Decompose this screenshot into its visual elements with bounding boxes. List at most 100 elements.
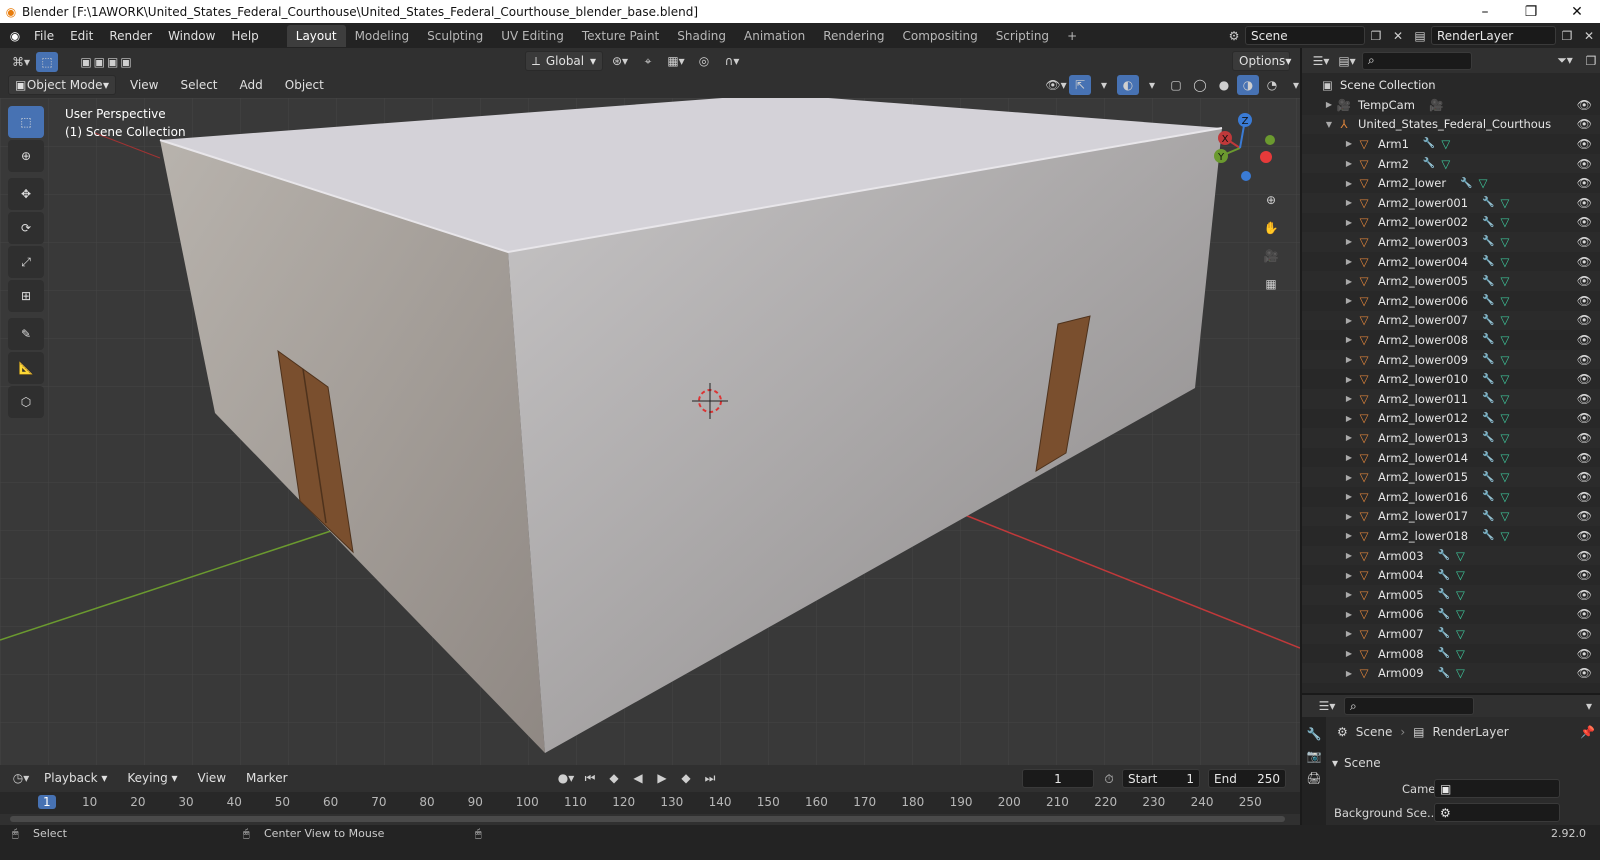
modifier-wrench-icon[interactable]: 🔧: [1482, 491, 1494, 502]
modifier-wrench-icon[interactable]: 🔧: [1423, 138, 1435, 149]
expand-right-icon[interactable]: ▶: [1344, 649, 1354, 658]
outliner-row[interactable]: ▼ ⅄ United_States_Federal_Courthous 👁: [1302, 114, 1600, 135]
camera-field[interactable]: ▣: [1434, 779, 1560, 798]
mesh-data-icon[interactable]: ▽: [1441, 137, 1450, 151]
mesh-data-icon[interactable]: ▽: [1501, 392, 1510, 406]
mesh-data-icon[interactable]: ▽: [1501, 313, 1510, 327]
modifier-wrench-icon[interactable]: 🔧: [1460, 178, 1472, 189]
tab-texture-paint[interactable]: Texture Paint: [573, 25, 668, 47]
modifier-wrench-icon[interactable]: 🔧: [1438, 609, 1450, 620]
tool-tab-icon[interactable]: 🔧: [1307, 727, 1322, 741]
outliner-row[interactable]: ▶ ▽ Arm2_lower007 🔧 ▽ 👁: [1302, 310, 1600, 331]
modifier-wrench-icon[interactable]: 🔧: [1482, 452, 1494, 463]
mesh-data-icon[interactable]: ▽: [1501, 509, 1510, 523]
modifier-wrench-icon[interactable]: 🔧: [1438, 628, 1450, 639]
visibility-eye-icon[interactable]: 👁: [1577, 568, 1592, 582]
outliner-search-input[interactable]: ⌕: [1362, 51, 1472, 70]
outliner-row[interactable]: ▶ ▽ Arm006 🔧 ▽ 👁: [1302, 605, 1600, 625]
visibility-eye-icon[interactable]: 👁: [1577, 509, 1592, 523]
visibility-eye-icon[interactable]: 👁: [1577, 157, 1592, 171]
properties-search-input[interactable]: ⌕: [1344, 697, 1474, 715]
modifier-wrench-icon[interactable]: 🔧: [1482, 276, 1494, 287]
visibility-eye-icon[interactable]: 👁: [1577, 549, 1592, 563]
modifier-wrench-icon[interactable]: 🔧: [1423, 158, 1435, 169]
modifier-wrench-icon[interactable]: 🔧: [1482, 374, 1494, 385]
visibility-eye-icon[interactable]: 👁: [1577, 607, 1592, 621]
maximize-button[interactable]: ❐: [1508, 4, 1554, 20]
visibility-eye-icon[interactable]: 👁: [1577, 294, 1592, 308]
expand-right-icon[interactable]: ▶: [1344, 433, 1354, 442]
tab-layout[interactable]: Layout: [286, 24, 346, 47]
chevron-down-icon[interactable]: ▾: [1578, 696, 1600, 716]
outliner-row[interactable]: ▶ ▽ Arm2_lower012 🔧 ▽ 👁: [1302, 409, 1600, 429]
visibility-eye-icon[interactable]: 👁: [1577, 647, 1592, 661]
editor-type-icon[interactable]: ⌘▾: [10, 52, 32, 72]
visibility-eye-icon[interactable]: 👁: [1577, 196, 1592, 210]
tab-sculpting[interactable]: Sculpting: [418, 25, 492, 47]
frame-ruler[interactable]: 1 10 20 30 40 50 60 70 80 90 100 110 120 130 140 150 160…: [0, 792, 1300, 814]
camera-view-icon[interactable]: 🎥: [1260, 246, 1282, 266]
expand-right-icon[interactable]: ▶: [1344, 355, 1354, 364]
record-icon[interactable]: ●▾: [555, 768, 577, 788]
select-box-icon[interactable]: ⬚: [36, 52, 58, 72]
visibility-eye-icon[interactable]: 👁: [1577, 392, 1592, 406]
modifier-wrench-icon[interactable]: 🔧: [1482, 295, 1494, 306]
transform-orientation-dropdown[interactable]: ⟂ Global ▾: [525, 51, 603, 71]
expand-right-icon[interactable]: ▶: [1344, 571, 1354, 580]
mesh-data-icon[interactable]: ▽: [1456, 588, 1465, 602]
expand-right-icon[interactable]: ▶: [1344, 198, 1354, 207]
visibility-eye-icon[interactable]: 👁: [1577, 274, 1592, 288]
renderlayer-icon[interactable]: ▤: [1409, 26, 1431, 46]
mesh-data-icon[interactable]: ▽: [1501, 274, 1510, 288]
pivot-icon[interactable]: ⊛▾: [609, 51, 631, 71]
outliner-row[interactable]: ▶ ▽ Arm2_lower015 🔧 ▽ 👁: [1302, 467, 1600, 487]
expand-right-icon[interactable]: ▶: [1344, 610, 1354, 619]
rotate-tool-icon[interactable]: ⟳: [8, 212, 44, 244]
mesh-data-icon[interactable]: ▽: [1501, 451, 1510, 465]
wireframe-shading-icon[interactable]: ◯: [1189, 75, 1211, 95]
visibility-eye-icon[interactable]: 👁: [1577, 137, 1592, 151]
mesh-data-icon[interactable]: ▽: [1501, 470, 1510, 484]
menu-view[interactable]: View: [122, 78, 166, 92]
close-button[interactable]: ✕: [1554, 4, 1600, 20]
stopwatch-icon[interactable]: ⏱: [1098, 769, 1120, 789]
visibility-eye-icon[interactable]: 👁: [1577, 353, 1592, 367]
modifier-wrench-icon[interactable]: 🔧: [1482, 197, 1494, 208]
play-icon[interactable]: ▶: [651, 768, 673, 788]
modifier-wrench-icon[interactable]: 🔧: [1438, 550, 1450, 561]
modifier-wrench-icon[interactable]: 🔧: [1482, 472, 1494, 483]
visibility-eye-icon[interactable]: 👁: [1577, 411, 1592, 425]
expand-right-icon[interactable]: ▶: [1344, 551, 1354, 560]
tab-scripting[interactable]: Scripting: [987, 25, 1058, 47]
expand-right-icon[interactable]: ▶: [1344, 237, 1354, 246]
modifier-wrench-icon[interactable]: 🔧: [1482, 530, 1494, 541]
modifier-wrench-icon[interactable]: 🔧: [1482, 315, 1494, 326]
mesh-data-icon[interactable]: ▽: [1501, 411, 1510, 425]
cursor-tool-icon[interactable]: ⊕: [8, 140, 44, 172]
expand-right-icon[interactable]: ▶: [1344, 512, 1354, 521]
expand-right-icon[interactable]: ▶: [1344, 414, 1354, 423]
outliner-editor-icon[interactable]: ☰▾: [1310, 51, 1332, 71]
properties-editor-icon[interactable]: ☰▾: [1316, 696, 1338, 716]
outliner-row[interactable]: ▶ ▽ Arm2_lower013 🔧 ▽ 👁: [1302, 428, 1600, 448]
visibility-eye-icon[interactable]: 👁: [1577, 470, 1592, 484]
proportional-edit-icon[interactable]: ◎: [693, 51, 715, 71]
outliner-row[interactable]: ▶ ▽ Arm2_lower010 🔧 ▽ 👁: [1302, 369, 1600, 389]
visibility-eye-icon[interactable]: 👁: [1577, 666, 1592, 680]
selection-mode-icons[interactable]: ▣▣▣▣: [62, 52, 152, 72]
expand-right-icon[interactable]: ▶: [1344, 179, 1354, 188]
menu-window[interactable]: Window: [160, 29, 223, 43]
prev-keyframe-icon[interactable]: ◆: [603, 768, 625, 788]
menu-edit[interactable]: Edit: [62, 29, 101, 43]
gizmo-dropdown-icon[interactable]: ▾: [1093, 75, 1115, 95]
outliner-row[interactable]: ▶ ▽ Arm003 🔧 ▽ 👁: [1302, 545, 1600, 566]
new-scene-icon[interactable]: ❐: [1365, 26, 1387, 46]
overlay-icon[interactable]: ◐: [1117, 75, 1139, 95]
add-cube-tool-icon[interactable]: ⬡: [8, 386, 44, 418]
modifier-wrench-icon[interactable]: 🔧: [1482, 432, 1494, 443]
transform-tool-icon[interactable]: ⊞: [8, 280, 44, 312]
remove-renderlayer-icon[interactable]: ✕: [1578, 26, 1600, 46]
outliner-row[interactable]: ▶ ▽ Arm2_lower014 🔧 ▽ 👁: [1302, 448, 1600, 468]
outliner-row[interactable]: ▶ ▽ Arm009 🔧 ▽ 👁: [1302, 663, 1600, 683]
xray-icon[interactable]: ▢: [1165, 75, 1187, 95]
